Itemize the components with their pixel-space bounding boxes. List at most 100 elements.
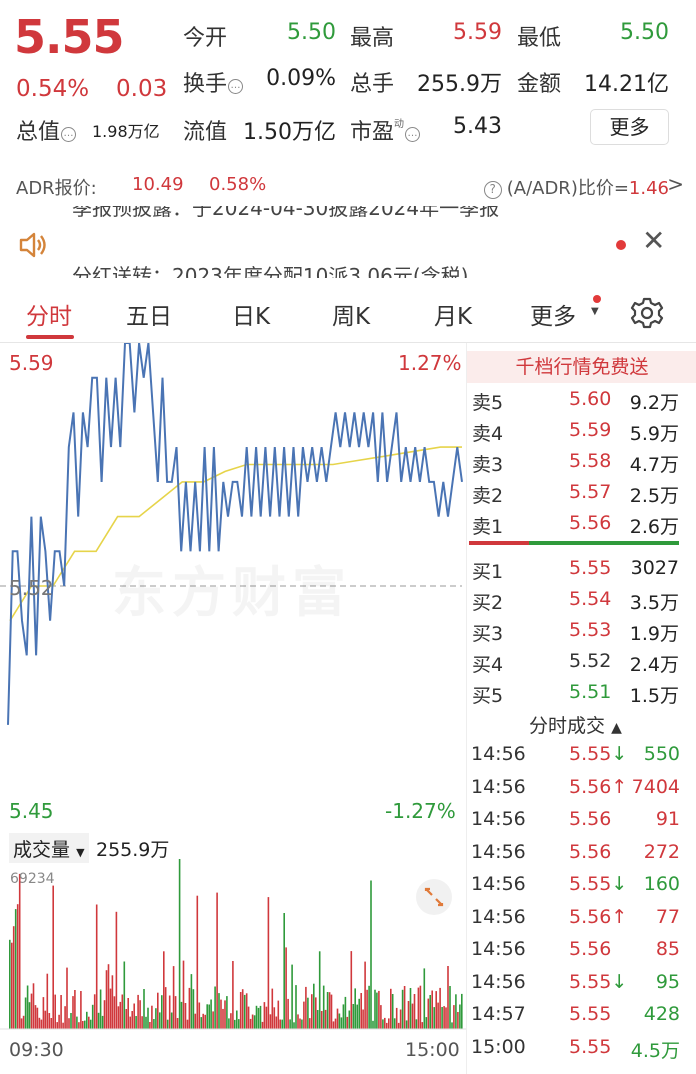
help-icon[interactable]: ? <box>483 181 502 199</box>
volume-bar <box>44 1010 47 1029</box>
tab-more[interactable]: 更多 <box>530 297 576 331</box>
volume-bar <box>228 1018 230 1029</box>
volume-bar <box>88 1016 90 1029</box>
volume-bar <box>309 1018 311 1029</box>
volume-bar <box>198 1002 201 1029</box>
volume-bar <box>119 1001 122 1029</box>
volume-bar <box>60 995 62 1029</box>
adr-percent: 0.58% <box>209 174 267 195</box>
volume-bar <box>403 986 406 1029</box>
trades-header[interactable]: 分时成交 ▲ <box>529 711 622 738</box>
volume-bar <box>407 1001 410 1029</box>
unread-dot <box>616 240 626 250</box>
volume-bar <box>423 968 426 1029</box>
volume-bar <box>121 994 124 1029</box>
volume-bar <box>287 998 289 1029</box>
high-value: 5.59 <box>453 20 502 45</box>
intraday-chart[interactable]: 东方财富 5.59 1.27% 5.52 5.45 -1.27% <box>0 343 466 829</box>
volume-bar <box>70 1013 72 1029</box>
volume-bar <box>382 1019 384 1029</box>
volume-bar <box>11 942 13 1029</box>
volume-bar <box>431 990 433 1029</box>
volume-bar <box>346 1016 349 1029</box>
tab-intraday[interactable]: 分时 <box>26 297 72 331</box>
volume-bar <box>350 951 353 1029</box>
volume-panel[interactable]: 成交量 ▼ 255.9万 69234 09:30 15:00 <box>0 829 466 1074</box>
tab-weekly-k[interactable]: 周K <box>332 297 370 331</box>
adr-row[interactable]: ADR报价: 10.49 0.58% ? (A/ADR)比价=1.46 > <box>0 166 696 206</box>
volume-bar <box>285 947 287 1029</box>
volume-bar <box>265 1006 268 1029</box>
volume-bar <box>151 1005 153 1029</box>
volume-bar <box>202 1013 204 1029</box>
trade-row: 14:57 5.55 428 <box>471 1003 680 1025</box>
volume-bar <box>178 859 181 1029</box>
volume-bar <box>147 1007 149 1029</box>
volume-bar <box>105 970 108 1029</box>
volume-bar <box>220 999 222 1029</box>
volume-bar <box>271 988 274 1029</box>
volume-bar <box>159 1012 161 1029</box>
close-icon[interactable]: ✕ <box>642 224 665 257</box>
volume-bar <box>293 1022 295 1029</box>
volume-bar <box>358 998 360 1029</box>
volume-bar <box>170 1012 173 1029</box>
volume-bar <box>393 1018 396 1029</box>
volume-bar <box>74 990 76 1029</box>
volume-bar <box>443 1006 445 1029</box>
volume-bar <box>72 996 74 1029</box>
high-label: 最高 <box>350 26 395 51</box>
depth-promo-banner[interactable]: 千档行情免费送 <box>467 351 696 383</box>
volume-bar <box>295 985 297 1029</box>
volume-bar <box>76 1016 78 1029</box>
ticker-text-prev: 季报预披露：于2024-04-30披露2024年一季报 <box>72 206 500 220</box>
volume-bar <box>56 1022 58 1029</box>
volume-bar <box>340 1017 343 1029</box>
volume-bar <box>188 987 191 1029</box>
ask-row: 卖4 5.59 5.9万 <box>472 419 679 445</box>
volume-bar <box>155 1008 157 1029</box>
info-icon[interactable]: … <box>61 127 77 142</box>
float-label: 流值 <box>183 120 228 145</box>
volume-bar <box>445 1007 447 1029</box>
pe-label: 市盈动… <box>350 114 421 146</box>
open-label: 今开 <box>183 26 228 51</box>
volume-bar <box>64 1006 66 1029</box>
volume-bar <box>212 1011 214 1029</box>
volume-bar <box>131 1011 133 1029</box>
volume-bar <box>24 997 27 1029</box>
trade-row: 14:56 5.55↓ 160 <box>471 873 680 895</box>
volume-bar <box>38 1017 41 1029</box>
tab-five-day[interactable]: 五日 <box>126 297 172 331</box>
volume-bar <box>413 994 416 1029</box>
volume-bar <box>163 951 165 1029</box>
more-button[interactable]: 更多 <box>590 109 669 145</box>
volume-bar <box>113 996 116 1029</box>
volume-bar <box>421 1022 424 1029</box>
float-value: 1.50万亿 <box>243 120 336 145</box>
tab-more-dot <box>593 295 601 303</box>
volume-bar <box>236 1010 238 1029</box>
volume-bar <box>352 1004 355 1029</box>
announcement-ticker[interactable]: 季报预披露：于2024-04-30披露2024年一季报 ✕ 分红送转：2023年… <box>0 206 696 278</box>
chevron-right-icon[interactable]: > <box>667 172 684 196</box>
gear-icon[interactable] <box>630 296 664 330</box>
ask-row: 卖2 5.57 2.5万 <box>472 481 679 507</box>
volume-bar <box>54 994 56 1029</box>
volume-bar <box>259 1005 262 1029</box>
time-end-label: 15:00 <box>405 1039 460 1061</box>
volume-bar <box>299 1018 301 1029</box>
trade-row: 15:00 5.55 4.5万 <box>471 1035 680 1062</box>
volume-bar <box>101 1015 104 1029</box>
expand-button[interactable] <box>416 879 452 915</box>
volume-bar <box>200 1017 203 1029</box>
bid-row: 买3 5.53 1.9万 <box>472 619 679 645</box>
current-price: 5.55 <box>14 10 124 64</box>
tab-monthly-k[interactable]: 月K <box>434 297 472 331</box>
volume-bar <box>78 1022 80 1029</box>
volume-bar <box>316 1010 319 1029</box>
change-percent: 0.54% <box>16 76 90 102</box>
tab-daily-k[interactable]: 日K <box>232 297 270 331</box>
info-icon[interactable]: … <box>228 79 244 94</box>
info-icon[interactable]: … <box>405 127 421 142</box>
